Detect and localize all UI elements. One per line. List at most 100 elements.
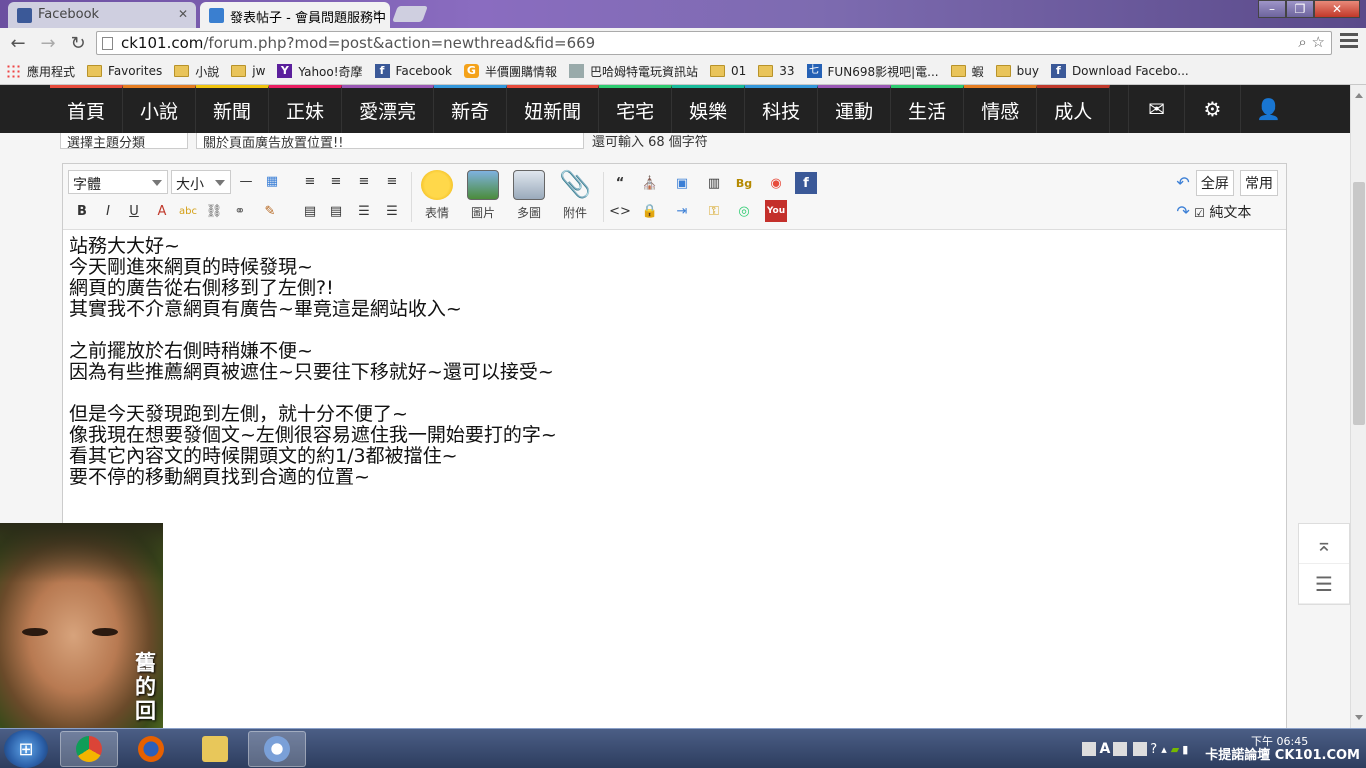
window-icon[interactable]: ▣ [671,172,693,194]
close-icon[interactable]: ✕ [372,7,382,21]
free-icon[interactable]: ⛪ [639,172,661,194]
bookmark-shrimp[interactable]: 蝦 [950,63,984,80]
nvidia-icon[interactable]: ▰ [1171,743,1179,756]
bookmark-novel[interactable]: 小說 [174,63,219,80]
bookmark-yahoo[interactable]: Y Yahoo!奇摩 [277,63,363,80]
close-icon[interactable]: ✕ [178,7,188,21]
left-ad-banner[interactable]: 舊的回 [0,523,163,728]
media-icon[interactable]: ◎ [733,200,755,222]
common-button[interactable]: 常用 [1240,170,1278,196]
flash-icon[interactable]: ◉ [765,172,787,194]
tab-facebook[interactable]: Facebook ✕ [8,2,196,28]
bookmark-01[interactable]: 01 [709,64,746,78]
scroll-up-icon[interactable] [1355,89,1363,98]
bookmark-33[interactable]: 33 [758,64,795,78]
link-icon[interactable]: ⛓ [203,200,225,222]
unordered-list-icon[interactable]: ☰ [381,200,403,222]
nav-item[interactable]: 新奇 [434,85,508,133]
attach-button[interactable]: 📎 附件 [553,170,597,221]
taskbar-paint[interactable] [248,731,306,767]
start-button[interactable]: ⊞ [4,730,48,768]
bookmark-download-facebook[interactable]: f Download Facebo... [1050,64,1189,78]
bookmark-groupon[interactable]: G 半價團購情報 [463,63,557,80]
fullscreen-button[interactable]: 全屏 [1195,170,1234,196]
user-icon[interactable]: 👤 [1240,85,1296,133]
bookmark-fun698[interactable]: 七 FUN698影視吧|電... [806,63,939,80]
scroll-top-icon[interactable]: ⌅ [1299,524,1349,564]
text-color-icon[interactable]: A [151,200,173,222]
back-icon[interactable]: ← [6,31,30,55]
facebook-icon[interactable]: f [795,172,817,194]
list-icon[interactable]: ☰ [1299,564,1349,604]
youtube-icon[interactable]: You [765,200,787,222]
nav-item[interactable]: 妞新聞 [507,85,600,133]
reload-icon[interactable]: ↻ [66,31,90,55]
bookmark-apps[interactable]: 應用程式 [6,63,75,80]
taskbar-explorer[interactable] [186,731,244,767]
align-justify-icon[interactable]: ≡ [353,170,375,192]
hr-icon[interactable]: — [235,170,257,192]
maximize-icon[interactable]: ❐ [1286,0,1314,18]
minimize-icon[interactable]: – [1258,0,1286,18]
nav-item[interactable]: 首頁 [50,85,124,133]
quote-icon[interactable]: “ [609,172,631,194]
table-icon[interactable]: ▦ [261,170,283,192]
float-right-icon[interactable]: ▤ [325,200,347,222]
key-icon[interactable]: ⚿ [703,200,725,222]
multi-image-button[interactable]: 多圖 [507,170,551,221]
brush-icon[interactable]: ✎ [259,200,281,222]
page-scrollbar[interactable] [1350,85,1366,728]
bookmark-jw[interactable]: jw [231,64,265,78]
bookmark-facebook[interactable]: f Facebook [374,64,452,78]
grid-icon[interactable]: ▥ [703,172,725,194]
indent-icon[interactable]: ⇥ [671,200,693,222]
nav-item[interactable]: 成人 [1037,85,1111,133]
nav-item[interactable]: 愛漂亮 [342,85,435,133]
nav-item[interactable]: 生活 [891,85,965,133]
underline-icon[interactable]: U [123,200,145,222]
nav-item[interactable]: 科技 [745,85,819,133]
lock-icon[interactable]: 🔒 [639,200,661,222]
size-select[interactable]: 大小 [171,170,231,194]
bookmark-favorites[interactable]: Favorites [87,64,162,78]
align-center-icon[interactable]: ≡ [325,170,347,192]
nav-item[interactable]: 小說 [123,85,197,133]
bookmark-buy[interactable]: buy [995,64,1039,78]
new-tab-button[interactable] [392,6,428,22]
editor-content[interactable]: 站務大大好~ 今天剛進來網頁的時候發現~ 網頁的廣告從右側移到了左側?! 其實我… [69,236,557,488]
bold-icon[interactable]: B [71,200,93,222]
align-right-icon[interactable]: ≡ [381,170,403,192]
font-select[interactable]: 字體 [68,170,168,194]
language-icon[interactable]: A [1099,741,1110,757]
network-icon[interactable]: ▮ [1182,743,1188,756]
nav-item[interactable]: 宅宅 [599,85,673,133]
nav-item[interactable]: 運動 [818,85,892,133]
code-icon[interactable]: <> [609,200,631,222]
gear-icon[interactable]: ⚙ [1184,85,1240,133]
scroll-down-icon[interactable] [1355,715,1363,724]
nav-item[interactable]: 情感 [964,85,1038,133]
scrollbar-thumb[interactable] [1353,182,1365,425]
tray-icon[interactable] [1082,742,1097,756]
taskbar-firefox[interactable] [122,731,180,767]
bookmark-bahamut[interactable]: 巴哈姆特電玩資訊站 [568,63,698,80]
ordered-list-icon[interactable]: ☰ [353,200,375,222]
mail-icon[interactable]: ✉ [1128,85,1184,133]
unlink-icon[interactable]: ⚭ [229,200,251,222]
tab-new-thread[interactable]: 發表帖子 - 會員問題服務中 ✕ [200,2,390,28]
float-left-icon[interactable]: ▤ [299,200,321,222]
emoji-button[interactable]: 表情 [415,170,459,221]
forward-icon[interactable]: → [36,31,60,55]
italic-icon[interactable]: I [97,200,119,222]
taskbar-chrome[interactable] [60,731,118,767]
nav-item[interactable]: 娛樂 [672,85,746,133]
close-window-icon[interactable]: ✕ [1314,0,1360,18]
clock[interactable]: 下午 06:45 卡提諾論壇 CK101.COM [1199,735,1360,763]
tray-icon[interactable] [1133,742,1148,756]
help-icon[interactable]: ? [1150,742,1157,757]
nav-item[interactable]: 新聞 [196,85,270,133]
topic-select[interactable]: 選擇主題分類 [60,133,188,149]
align-left-icon[interactable]: ≡ [299,170,321,192]
image-button[interactable]: 圖片 [461,170,505,221]
zoom-star-icons[interactable]: ⌕ ☆ [1298,33,1325,51]
